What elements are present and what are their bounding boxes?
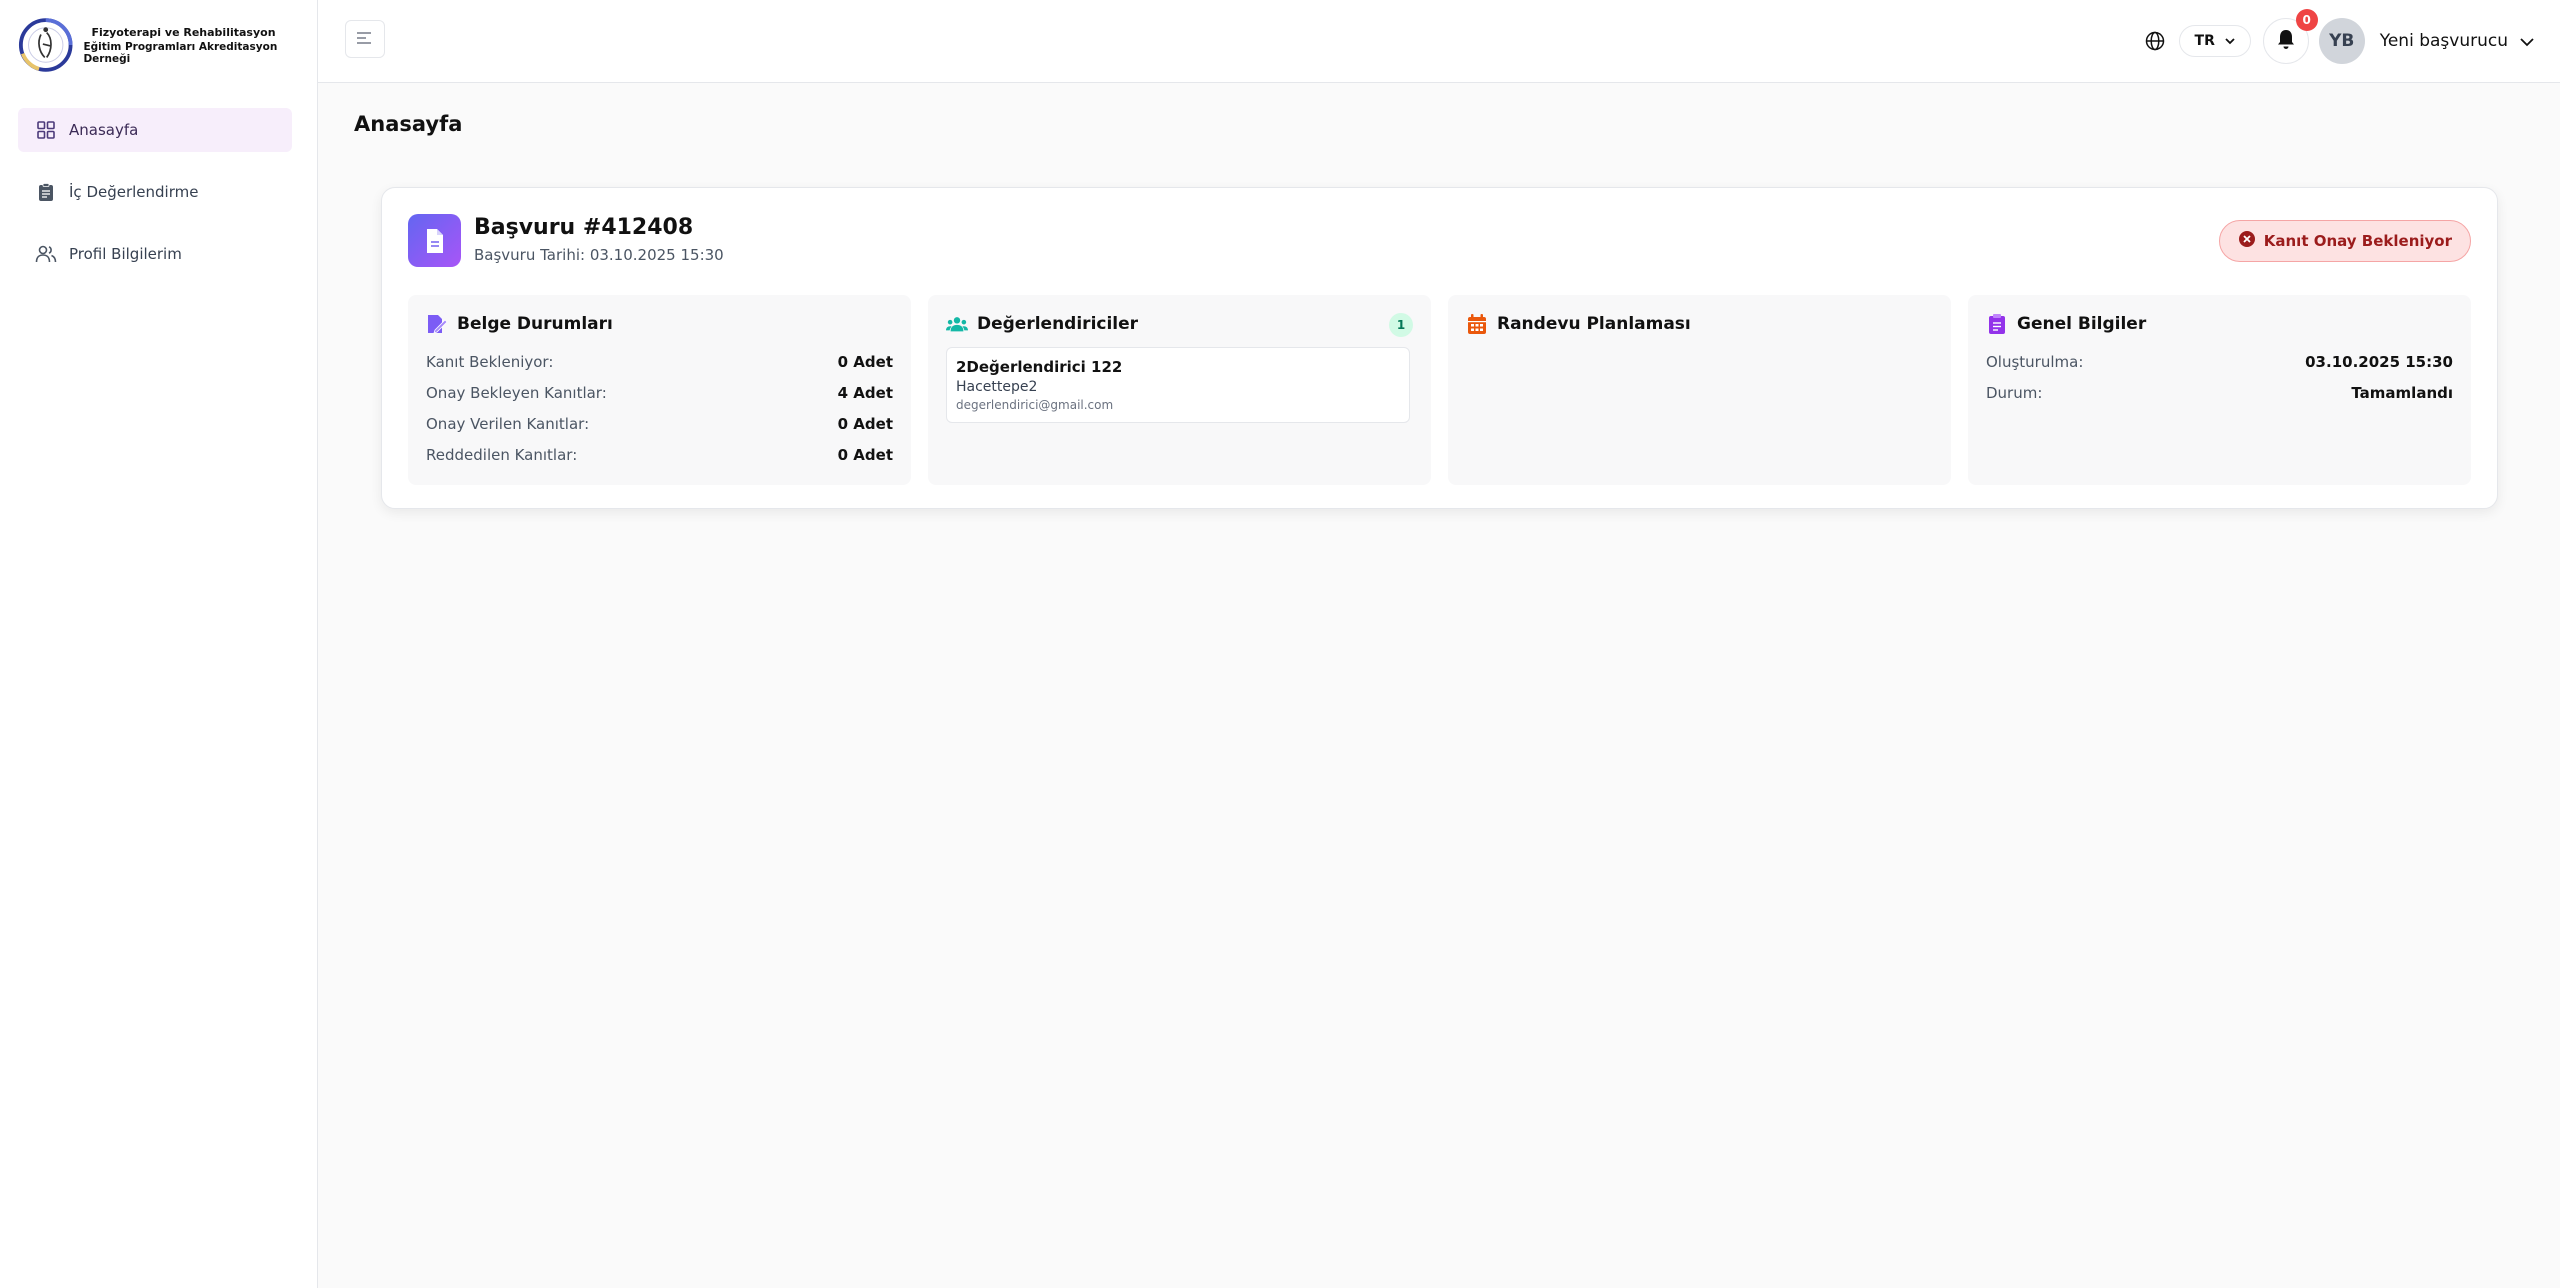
panel-title: Belge Durumları [457,314,613,334]
application-card: Başvuru #412408 Başvuru Tarihi: 03.10.20… [381,187,2498,509]
list-item: Oluşturulma: 03.10.2025 15:30 [1986,347,2453,378]
evaluator-name: 2Değerlendirici 122 [956,358,1123,376]
users-icon [35,243,57,265]
row-value: 0 Adet [837,446,893,464]
brand-logo-link[interactable]: Fizyoterapi ve Rehabilitasyon Eğitim Pro… [18,16,317,74]
general-info-panel: Genel Bilgiler Oluşturulma: 03.10.2025 1… [1968,295,2471,485]
evaluator-card[interactable]: 2Değerlendirici 122 Hacettepe2 degerlend… [946,347,1410,423]
document-icon [408,214,461,267]
language-value: TR [2194,33,2215,49]
clipboard-icon [35,181,57,203]
clipboard-list-icon [1986,313,2008,335]
list-item: Durum: Tamamlandı [1986,378,2453,409]
list-item: Onay Bekleyen Kanıtlar: 4 Adet [426,378,893,409]
list-item: Kanıt Bekleniyor: 0 Adet [426,347,893,378]
panel-title: Randevu Planlaması [1497,314,1691,334]
panel-title: Genel Bilgiler [2017,314,2147,334]
association-logo-icon [18,18,73,72]
header-actions: TR 0 YB Yeni başvurucu [2143,9,2534,64]
sidebar-item-profil-bilgilerim[interactable]: Profil Bilgilerim [18,232,292,276]
top-header: TR 0 YB Yeni başvurucu [318,0,2560,83]
notifications-button[interactable]: 0 [2262,9,2318,64]
sidebar-item-label: Profil Bilgilerim [69,245,182,263]
brand-name-line1: Fizyoterapi ve Rehabilitasyon [91,25,276,39]
sidebar: Fizyoterapi ve Rehabilitasyon Eğitim Pro… [0,0,318,1288]
page-title: Anasayfa [354,112,463,136]
user-name[interactable]: Yeni başvurucu [2380,31,2508,51]
evaluator-email: degerlendirici@gmail.com [956,398,1114,412]
row-label: Kanıt Bekleniyor: [426,353,554,371]
file-edit-icon [426,313,448,335]
avatar[interactable]: YB [2318,18,2365,64]
appointment-panel: Randevu Planlaması [1448,295,1951,485]
row-label: Onay Verilen Kanıtlar: [426,415,590,433]
evaluators-panel: Değerlendiriciler 1 2Değerlendirici 122 … [928,295,1431,485]
bell-icon [2276,28,2296,54]
row-value: 03.10.2025 15:30 [2305,353,2453,371]
calendar-icon [1466,313,1488,335]
row-value: 0 Adet [837,415,893,433]
documents-panel: Belge Durumları Kanıt Bekleniyor: 0 Adet… [408,295,911,485]
list-item: Onay Verilen Kanıtlar: 0 Adet [426,409,893,440]
row-label: Durum: [1986,384,2043,402]
sidebar-item-anasayfa[interactable]: Anasayfa [18,108,292,152]
sidebar-item-ic-degerlendirme[interactable]: İç Değerlendirme [18,170,292,214]
sidebar-toggle-button[interactable] [345,20,385,58]
application-title: Başvuru #412408 [474,215,694,240]
globe-icon[interactable] [2143,29,2167,53]
chevron-down-icon [2225,33,2235,49]
sidebar-item-label: Anasayfa [69,121,139,139]
dashboard-icon [35,119,57,141]
sidebar-item-label: İç Değerlendirme [69,183,199,201]
x-circle-icon [2238,230,2256,252]
menu-lines-icon [356,30,374,49]
row-value: 4 Adet [837,384,893,402]
notification-count-badge: 0 [2295,9,2318,31]
list-item: Reddedilen Kanıtlar: 0 Adet [426,440,893,471]
panel-title: Değerlendiriciler [977,314,1139,334]
row-label: Reddedilen Kanıtlar: [426,446,578,464]
evaluator-count-badge: 1 [1389,313,1413,337]
row-label: Onay Bekleyen Kanıtlar: [426,384,607,402]
row-value: Tamamlandı [2351,384,2453,402]
status-label: Kanıt Onay Bekleniyor [2263,232,2452,250]
application-date: Başvuru Tarihi: 03.10.2025 15:30 [474,246,724,264]
evaluator-organization: Hacettepe2 [956,379,1038,395]
row-value: 0 Adet [837,353,893,371]
brand-name-line2: Eğitim Programları Akreditasyon Derneği [83,40,278,65]
user-menu-chevron-icon[interactable] [2520,32,2534,51]
language-select[interactable]: TR [2178,25,2251,57]
user-group-icon [946,313,968,335]
info-panels: Belge Durumları Kanıt Bekleniyor: 0 Adet… [408,295,2471,485]
status-badge: Kanıt Onay Bekleniyor [2218,220,2471,262]
row-label: Oluşturulma: [1986,353,2084,371]
sidebar-nav: Anasayfa İç Değerlendirme Profil Bilgile… [18,108,292,294]
